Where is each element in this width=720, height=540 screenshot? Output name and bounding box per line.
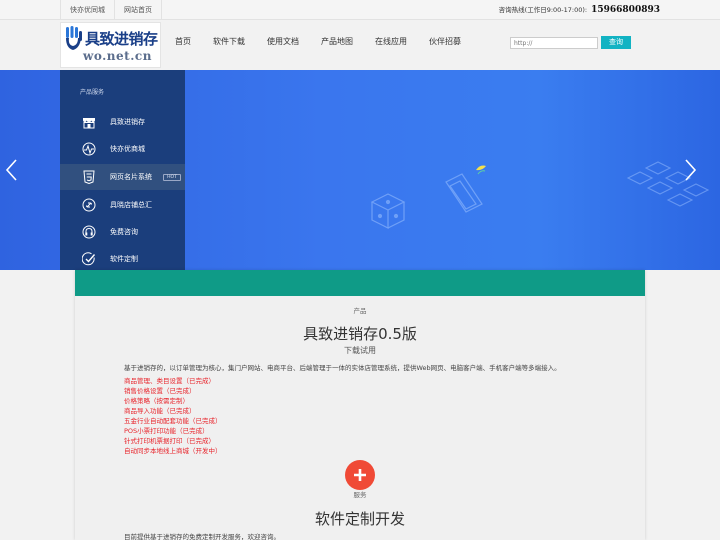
- header: 具致进销存 wo.net.cn 首页 软件下载 使用文档 产品地图 在线应用 伙…: [0, 20, 720, 70]
- service-description: 目前提供基于进销存的免费定制开发服务，欢迎咨询。: [124, 533, 280, 540]
- product-side-menu: 产品服务 具致进销存 快亦优商城 网页名片系统 HOT 具晓店铺总汇 免费咨询 …: [60, 70, 185, 270]
- html5-icon: [83, 170, 95, 184]
- side-item-card-system[interactable]: 网页名片系统 HOT: [60, 164, 185, 190]
- side-item-jinxiaocun[interactable]: 具致进销存: [60, 109, 185, 135]
- top-links: 快亦优同城 网站首页: [60, 0, 162, 20]
- headset-icon: [82, 225, 96, 239]
- nav-download[interactable]: 软件下载: [213, 20, 245, 70]
- nav-home[interactable]: 首页: [175, 20, 191, 70]
- plus-button[interactable]: [345, 460, 375, 490]
- feature-item: POS小票打印功能（已完成）: [124, 427, 209, 435]
- main-nav: 首页 软件下载 使用文档 产品地图 在线应用 伙伴招募: [175, 20, 483, 70]
- service-kicker: 服务: [353, 491, 367, 499]
- dice-icon: [370, 193, 406, 229]
- logo[interactable]: 具致进销存 wo.net.cn: [60, 22, 161, 68]
- feature-item: 商品导入功能（已完成）: [124, 407, 196, 415]
- top-link-city[interactable]: 快亦优同城: [60, 0, 114, 20]
- phone-icon: [445, 173, 483, 213]
- product-description: 基于进销存的，以订单管理为核心，集门户网站、电商平台、后端管理于一体的实体店管理…: [124, 364, 561, 372]
- service-title: 软件定制开发: [314, 510, 405, 528]
- side-item-label: 具致进销存: [110, 118, 145, 126]
- hot-badge: HOT: [163, 174, 181, 181]
- hotline-label: 咨询热线(工作日9:00-17:00):: [498, 6, 588, 14]
- leaf-icon: [476, 165, 486, 175]
- side-item-label: 软件定制: [110, 255, 138, 263]
- product-kicker: 产品: [353, 307, 367, 315]
- nav-docs[interactable]: 使用文档: [267, 20, 299, 70]
- nav-online-apps[interactable]: 在线应用: [375, 20, 407, 70]
- side-item-label: 免费咨询: [110, 228, 138, 236]
- logo-domain: wo.net.cn: [83, 49, 152, 63]
- side-menu-title: 产品服务: [80, 89, 105, 96]
- feature-item: 销售价格设置（已完成）: [124, 387, 196, 395]
- side-item-consult[interactable]: 免费咨询: [60, 219, 185, 245]
- product-title: 具致进销存0.5版: [303, 325, 417, 343]
- feature-list: 商品管理、类目设置（已完成） 销售价格设置（已完成） 价格策略（按需定制） 商品…: [124, 376, 222, 456]
- search-button[interactable]: 查询: [601, 36, 631, 49]
- hand-logo-icon: [66, 26, 82, 50]
- product-subtitle-download[interactable]: 下载试用: [75, 345, 645, 356]
- shop-icon: [83, 118, 95, 129]
- link-icon: [82, 198, 96, 212]
- hotline-number: 15966800893: [591, 5, 660, 15]
- feature-item: 商品管理、类目设置（已完成）: [124, 377, 215, 385]
- side-item-mall[interactable]: 快亦优商城: [60, 136, 185, 162]
- top-link-home[interactable]: 网站首页: [114, 0, 162, 20]
- side-item-store-hub[interactable]: 具晓店铺总汇: [60, 192, 185, 218]
- hotline: 咨询热线(工作日9:00-17:00): 15966800893: [499, 0, 660, 20]
- check-icon: [82, 252, 96, 266]
- search-input[interactable]: [510, 37, 598, 49]
- feature-item: 五金行业自动配套功能（已完成）: [124, 417, 222, 425]
- side-item-label: 快亦优商城: [110, 145, 145, 153]
- logo-text: 具致进销存: [85, 30, 158, 48]
- nav-product-map[interactable]: 产品地图: [321, 20, 353, 70]
- side-item-label: 具晓店铺总汇: [110, 201, 152, 209]
- nav-partners[interactable]: 伙伴招募: [429, 20, 461, 70]
- banner-prev-arrow[interactable]: [4, 158, 18, 182]
- teal-strip: [75, 270, 645, 296]
- top-bar: 快亦优同城 网站首页 咨询热线(工作日9:00-17:00): 159668008…: [0, 0, 720, 20]
- banner-next-arrow[interactable]: [684, 158, 698, 182]
- pulse-icon: [82, 142, 96, 156]
- side-item-label: 网页名片系统: [110, 173, 152, 181]
- main-content: 产品 具致进销存0.5版 下载试用 基于进销存的，以订单管理为核心，集门户网站、…: [75, 270, 645, 540]
- feature-item: 价格策略（按需定制）: [124, 397, 189, 405]
- feature-item: 针式打印机票据打印（已完成）: [124, 437, 215, 445]
- feature-item: 自动同步本地线上商城（开发中）: [124, 447, 222, 455]
- plus-icon: [354, 469, 366, 481]
- side-item-custom[interactable]: 软件定制: [60, 246, 185, 272]
